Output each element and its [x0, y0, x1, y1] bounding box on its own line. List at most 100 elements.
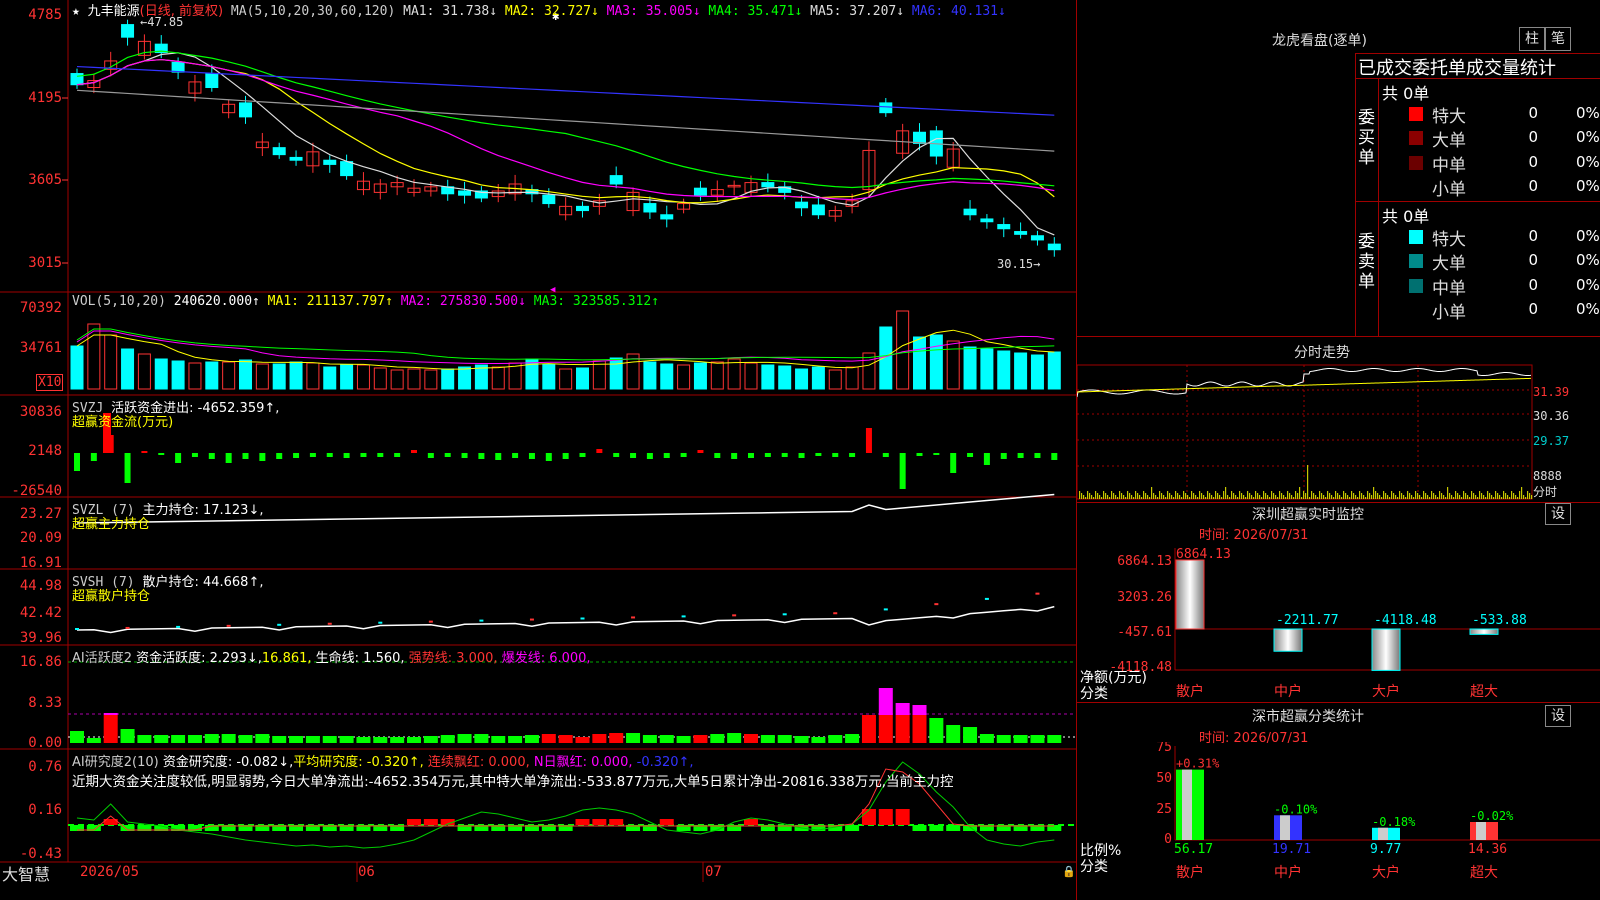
- fund-flow-bar: [680, 453, 687, 457]
- intraday-volume-bar: [1223, 491, 1225, 499]
- activity-bar-burst: [103, 713, 118, 715]
- volume-bar: [458, 366, 472, 390]
- fund-flow-bar: [916, 453, 923, 456]
- activity-bar: [103, 715, 118, 743]
- sz-class-settings-button[interactable]: 设: [1545, 705, 1571, 727]
- row-count: 0: [1528, 152, 1538, 171]
- intraday-volume-bar: [1439, 491, 1441, 499]
- buy-side-label: 委买单: [1358, 108, 1375, 168]
- research-bar: [929, 825, 944, 831]
- intraday-volume-bar: [1303, 491, 1305, 499]
- ai1-v4: 强势线: 3.000,: [408, 651, 498, 666]
- intraday-volume-bar: [1117, 497, 1119, 499]
- intraday-volume-bar: [1513, 493, 1515, 499]
- axis-tick: 16.86: [19, 654, 62, 670]
- intraday-chart[interactable]: 31.39 30.36 29.37 8888 分时: [1077, 362, 1600, 502]
- volume-bar: [913, 336, 926, 390]
- intraday-volume-bar: [1421, 497, 1423, 499]
- ma5-line: [76, 89, 1055, 152]
- intraday-volume-bar: [1147, 495, 1149, 499]
- ai1-title: AI活跃度2: [72, 651, 132, 666]
- volume-bar: [677, 364, 691, 390]
- volume-bar: [845, 366, 859, 390]
- bi-button[interactable]: 笔: [1545, 27, 1571, 51]
- fund-flow-bar: [579, 453, 586, 457]
- class-bar-highlight: [1280, 815, 1290, 840]
- activity-bar: [626, 733, 641, 743]
- row-name: 中单: [1432, 278, 1466, 299]
- sz-monitor-settings-button[interactable]: 设: [1545, 503, 1571, 525]
- volume-bar: [407, 368, 421, 390]
- class-bar-highlight: [1476, 822, 1486, 840]
- class-top-line: [1077, 702, 1600, 703]
- retail-dot: [277, 623, 282, 626]
- candle-body: [340, 161, 354, 177]
- volume-bar: [727, 358, 741, 390]
- intraday-volume-bar: [1323, 495, 1325, 499]
- activity-bar: [996, 735, 1011, 743]
- intraday-volume-bar: [1107, 495, 1109, 499]
- activity-bar: [878, 715, 893, 743]
- intraday-volume-bar: [1499, 495, 1501, 499]
- activity-bar: [423, 736, 438, 743]
- candle-body: [1030, 235, 1044, 241]
- low-mark-label: 30.15→: [997, 257, 1040, 271]
- intraday-volume-bar: [1371, 495, 1373, 499]
- intraday-volume-bar: [1445, 497, 1447, 499]
- zhu-button[interactable]: 柱: [1519, 27, 1545, 51]
- intraday-volume-bar: [1307, 465, 1309, 499]
- axis-tick: 0.00: [28, 735, 62, 751]
- intraday-volume-bar: [1299, 487, 1301, 499]
- star-icon[interactable]: ★: [72, 4, 80, 19]
- intraday-volume-bar: [1165, 497, 1167, 499]
- lock-icon[interactable]: 🔒: [1062, 865, 1076, 878]
- volume-bar: [576, 367, 589, 390]
- fund-flow-bar: [781, 453, 788, 457]
- intraday-volume-bar: [1141, 497, 1143, 499]
- axis-tick: 4195: [28, 90, 62, 106]
- fund-flow-bar: [360, 453, 367, 457]
- intraday-volume-bar: [1487, 491, 1489, 499]
- row-pct: 0%: [1576, 227, 1600, 245]
- activity-bar: [794, 736, 809, 743]
- volume-bar: [205, 361, 219, 390]
- intraday-volume-bar: [1251, 495, 1253, 499]
- activity-bar: [457, 734, 472, 743]
- fund-flow-bar: [1017, 453, 1024, 458]
- candle-body: [289, 156, 303, 161]
- row-name: 小单: [1432, 179, 1466, 200]
- intraday-volume-bar: [1341, 497, 1343, 499]
- intraday-volume-bar: [1089, 493, 1091, 499]
- intraday-volume-bar: [1397, 497, 1399, 499]
- activity-bar: [676, 736, 691, 743]
- sell_side-row-2: 中单 0 0%: [1408, 274, 1600, 299]
- intraday-volume-bar: [1215, 491, 1217, 499]
- intraday-volume-bar: [1337, 493, 1339, 499]
- intraday-volume-bar: [1383, 491, 1385, 499]
- row-pct: 0%: [1576, 299, 1600, 318]
- fund-flow-bar: [225, 453, 232, 463]
- intraday-volume-bar: [1139, 495, 1141, 499]
- intraday-volume-bar: [1527, 491, 1529, 499]
- row-count: 0: [1528, 104, 1538, 122]
- intraday-volume-bar: [1267, 495, 1269, 499]
- stat-title: 已成交委托单成交量统计: [1358, 58, 1556, 79]
- intraday-volume-bar: [1423, 491, 1425, 499]
- candle-body: [963, 208, 977, 216]
- intraday-volume-bar: [1401, 493, 1403, 499]
- period-label[interactable]: (日线, 前复权): [140, 4, 223, 19]
- fund-flow-bar: [208, 453, 215, 459]
- intraday-volume-bar: [1381, 497, 1383, 499]
- sell-side-label: 委卖单: [1358, 232, 1375, 292]
- row-pct: 0%: [1576, 176, 1600, 195]
- fund-flow-bar: [882, 453, 889, 457]
- intraday-volume-bar: [1191, 491, 1193, 499]
- activity-bar: [339, 736, 354, 743]
- intraday-volume-bar: [1525, 497, 1527, 499]
- stock-name[interactable]: 九丰能源: [88, 4, 140, 19]
- intraday-volume-bar: [1463, 491, 1465, 499]
- intraday-volume-bar: [1183, 491, 1185, 499]
- row-pct: 0%: [1576, 104, 1600, 122]
- intraday-volume-bar: [1339, 495, 1341, 499]
- candle-body: [879, 102, 893, 114]
